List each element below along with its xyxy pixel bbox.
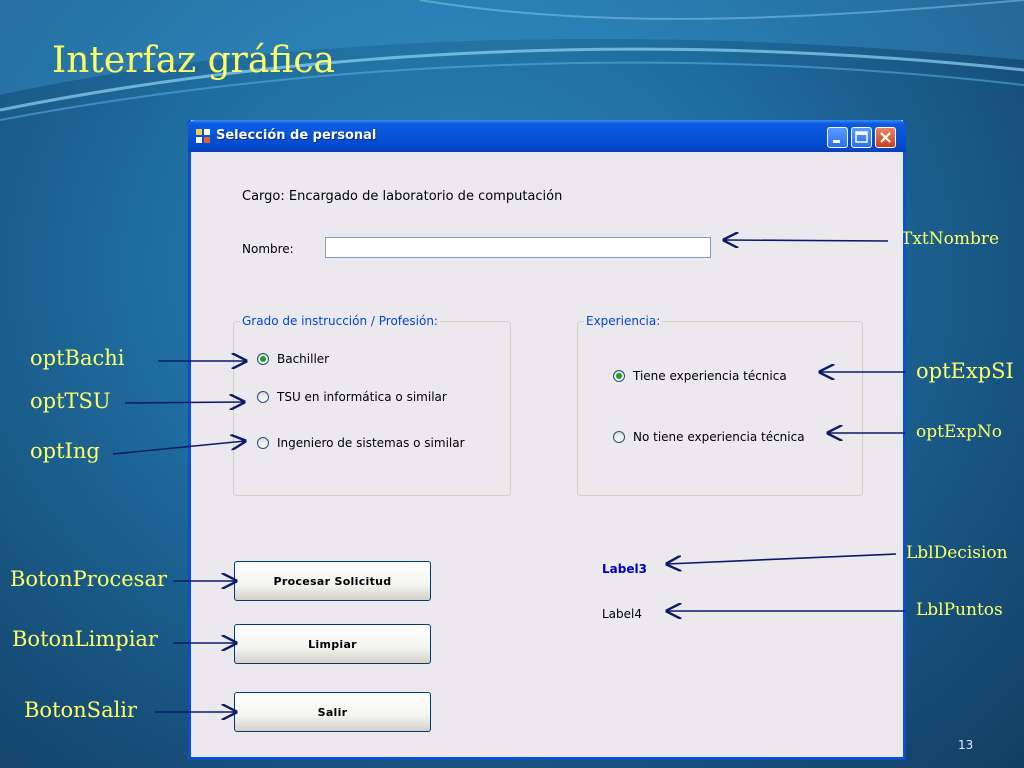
annotation-botonsalir: BotonSalir: [24, 698, 138, 722]
annotation-lbldecision: LblDecision: [906, 543, 1008, 563]
annotation-arrows: [112, 0, 905, 768]
annotation-lblpuntos: LblPuntos: [916, 600, 1003, 620]
annotation-botonlimpiar: BotonLimpiar: [12, 627, 158, 651]
annotation-botonprocesar: BotonProcesar: [10, 567, 168, 591]
annotation-optexpno: optExpNo: [916, 422, 1002, 442]
arrow-opttsu: [124, 402, 244, 403]
annotation-opting: optIng: [30, 439, 100, 463]
annotation-optbachi: optBachi: [30, 346, 125, 370]
page-number: 13: [958, 738, 974, 752]
arrow-opting: [112, 441, 245, 455]
annotation-txtnombre: TxtNombre: [901, 229, 1000, 249]
annotation-optexpsi: optExpSI: [916, 359, 1014, 383]
arrow-txtnombre: [724, 240, 889, 241]
arrow-lbldecision: [667, 553, 897, 564]
annotation-opttsu: optTSU: [30, 389, 111, 413]
